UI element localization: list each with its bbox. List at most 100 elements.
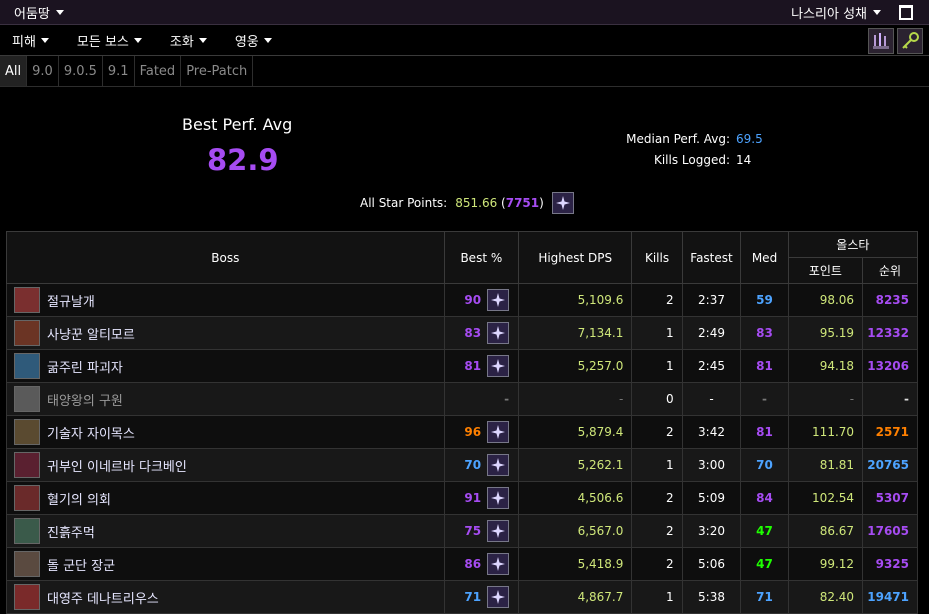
spark-icon[interactable] (487, 289, 510, 311)
tab-pre-patch[interactable]: Pre-Patch (181, 56, 254, 86)
header-dps[interactable]: Highest DPS (518, 231, 633, 284)
fastest-time: 5:09 (681, 481, 742, 515)
best-cell: 71 (443, 580, 520, 614)
allstar-points: - (787, 382, 864, 416)
allstar-rank: 12332 (862, 316, 918, 350)
best-cell: 90 (443, 283, 520, 317)
highest-dps: 5,262.1 (518, 448, 633, 482)
boss-portrait-icon (14, 287, 40, 313)
boss-cell[interactable]: 절규날개 (6, 283, 445, 317)
header-med[interactable]: Med (740, 231, 789, 284)
tab-9-0[interactable]: 9.0 (27, 56, 59, 86)
fastest-time: 5:38 (681, 580, 742, 614)
key-icon[interactable] (897, 28, 923, 54)
kills-count: 2 (631, 283, 683, 317)
allstar-points: 95.19 (787, 316, 864, 350)
difficulty-dropdown[interactable]: 영웅 (235, 31, 272, 50)
allstar-points: 111.70 (787, 415, 864, 449)
allstar-rank: 8235 (862, 283, 918, 317)
spark-icon[interactable] (487, 454, 510, 476)
best-perf-label: Best Perf. Avg (182, 115, 293, 134)
table-row[interactable]: 기술자 자이목스 96 5,879.4 2 3:42 81 111.70 2571 (6, 415, 918, 449)
boss-cell[interactable]: 사냥꾼 알티모르 (6, 316, 445, 350)
boss-name[interactable]: 태양왕의 구원 (47, 390, 123, 409)
spark-icon[interactable] (487, 355, 510, 377)
boss-cell[interactable]: 혈기의 의회 (6, 481, 445, 515)
table-row[interactable]: 귀부인 이네르바 다크베인 70 5,262.1 1 3:00 70 81.81 20765 (6, 448, 918, 482)
all-star-points: All Star Points: 851.66 (7751) (360, 192, 574, 214)
spec-dropdown[interactable]: 조화 (170, 31, 207, 50)
spark-icon[interactable] (487, 520, 510, 542)
header-allstar: 올스타 (787, 231, 919, 258)
table-row[interactable]: 혈기의 의회 91 4,506.6 2 5:09 84 102.54 5307 (6, 481, 918, 515)
allstar-points: 102.54 (787, 481, 864, 515)
boss-cell[interactable]: 진흙주먹 (6, 514, 445, 548)
boss-cell[interactable]: 태양왕의 구원 (6, 382, 445, 416)
best-cell: 86 (443, 547, 520, 581)
table-row[interactable]: 돌 군단 장군 86 5,418.9 2 5:06 47 99.12 9325 (6, 547, 918, 581)
boss-cell[interactable]: 기술자 자이목스 (6, 415, 445, 449)
boss-portrait-icon (14, 485, 40, 511)
boss-name[interactable]: 진흙주먹 (47, 522, 95, 541)
boss-name[interactable]: 사냥꾼 알티모르 (47, 324, 135, 343)
region-dropdown[interactable]: 어둠땅 (14, 3, 64, 22)
boss-portrait-icon (14, 452, 40, 478)
table-row[interactable]: 절규날개 90 5,109.6 2 2:37 59 98.06 8235 (6, 283, 918, 317)
header-kills[interactable]: Kills (631, 231, 683, 284)
spark-icon[interactable] (487, 553, 510, 575)
tab-fated[interactable]: Fated (135, 56, 182, 86)
top-bar: 어둠땅 나스리아 성채 (0, 0, 929, 25)
highest-dps: 4,506.6 (518, 481, 633, 515)
table-row[interactable]: 진흙주먹 75 6,567.0 2 3:20 47 86.67 17605 (6, 514, 918, 548)
spark-icon[interactable] (487, 421, 510, 443)
spark-icon[interactable] (551, 192, 574, 214)
close-paren: ) (539, 196, 544, 210)
fastest-time: 2:49 (681, 316, 742, 350)
chevron-down-icon (55, 9, 64, 15)
spark-icon[interactable] (487, 322, 510, 344)
raid-icon[interactable] (868, 28, 894, 54)
metric-dropdown[interactable]: 피해 (12, 31, 49, 50)
star-label: All Star Points: (360, 196, 448, 210)
raid-dropdown[interactable]: 나스리아 성채 (791, 3, 881, 22)
boss-cell[interactable]: 귀부인 이네르바 다크베인 (6, 448, 445, 482)
boss-name[interactable]: 굶주린 파괴자 (47, 357, 123, 376)
table-row[interactable]: 대영주 데나트리우스 71 4,867.7 1 5:38 71 82.40 19471 (6, 580, 918, 614)
allstar-points: 82.40 (787, 580, 864, 614)
boss-name[interactable]: 절규날개 (47, 291, 95, 310)
median-percent: 70 (740, 448, 789, 482)
median-stats: Median Perf. Avg: 69.5 Kills Logged: 14 (590, 129, 763, 171)
header-points[interactable]: 포인트 (787, 257, 864, 284)
kills-label: Kills Logged: (653, 153, 730, 167)
tab-all[interactable]: All (0, 56, 28, 86)
boss-filter-dropdown[interactable]: 모든 보스 (77, 31, 142, 50)
best-cell: 75 (443, 514, 520, 548)
boss-cell[interactable]: 대영주 데나트리우스 (6, 580, 445, 614)
boss-name[interactable]: 혈기의 의회 (47, 489, 111, 508)
table-row[interactable]: 태양왕의 구원 - -0- - - - (6, 382, 918, 416)
boss-name[interactable]: 기술자 자이목스 (47, 423, 135, 442)
maximize-icon[interactable] (899, 5, 913, 20)
header-fastest[interactable]: Fastest (681, 231, 742, 284)
boss-name[interactable]: 돌 군단 장군 (47, 555, 115, 574)
best-percent: - (504, 392, 510, 406)
table-row[interactable]: 사냥꾼 알티모르 83 7,134.1 1 2:49 83 95.19 12332 (6, 316, 918, 350)
best-percent: 75 (464, 524, 482, 538)
median-value: 69.5 (736, 132, 763, 146)
median-percent: 84 (740, 481, 789, 515)
spark-icon[interactable] (487, 487, 510, 509)
boss-name[interactable]: 귀부인 이네르바 다크베인 (47, 456, 187, 475)
tab-9-1[interactable]: 9.1 (103, 56, 135, 86)
boss-cell[interactable]: 굶주린 파괴자 (6, 349, 445, 383)
header-rank[interactable]: 순위 (862, 257, 918, 284)
spark-icon[interactable] (487, 586, 510, 608)
header-best[interactable]: Best % (443, 231, 520, 284)
tab-9-0-5[interactable]: 9.0.5 (59, 56, 103, 86)
header-boss[interactable]: Boss (6, 231, 445, 284)
kills-count: 0 (631, 382, 683, 416)
fastest-time: 3:00 (681, 448, 742, 482)
boss-portrait-icon (14, 419, 40, 445)
boss-name[interactable]: 대영주 데나트리우스 (47, 588, 159, 607)
boss-cell[interactable]: 돌 군단 장군 (6, 547, 445, 581)
table-row[interactable]: 굶주린 파괴자 81 5,257.0 1 2:45 81 94.18 13206 (6, 349, 918, 383)
